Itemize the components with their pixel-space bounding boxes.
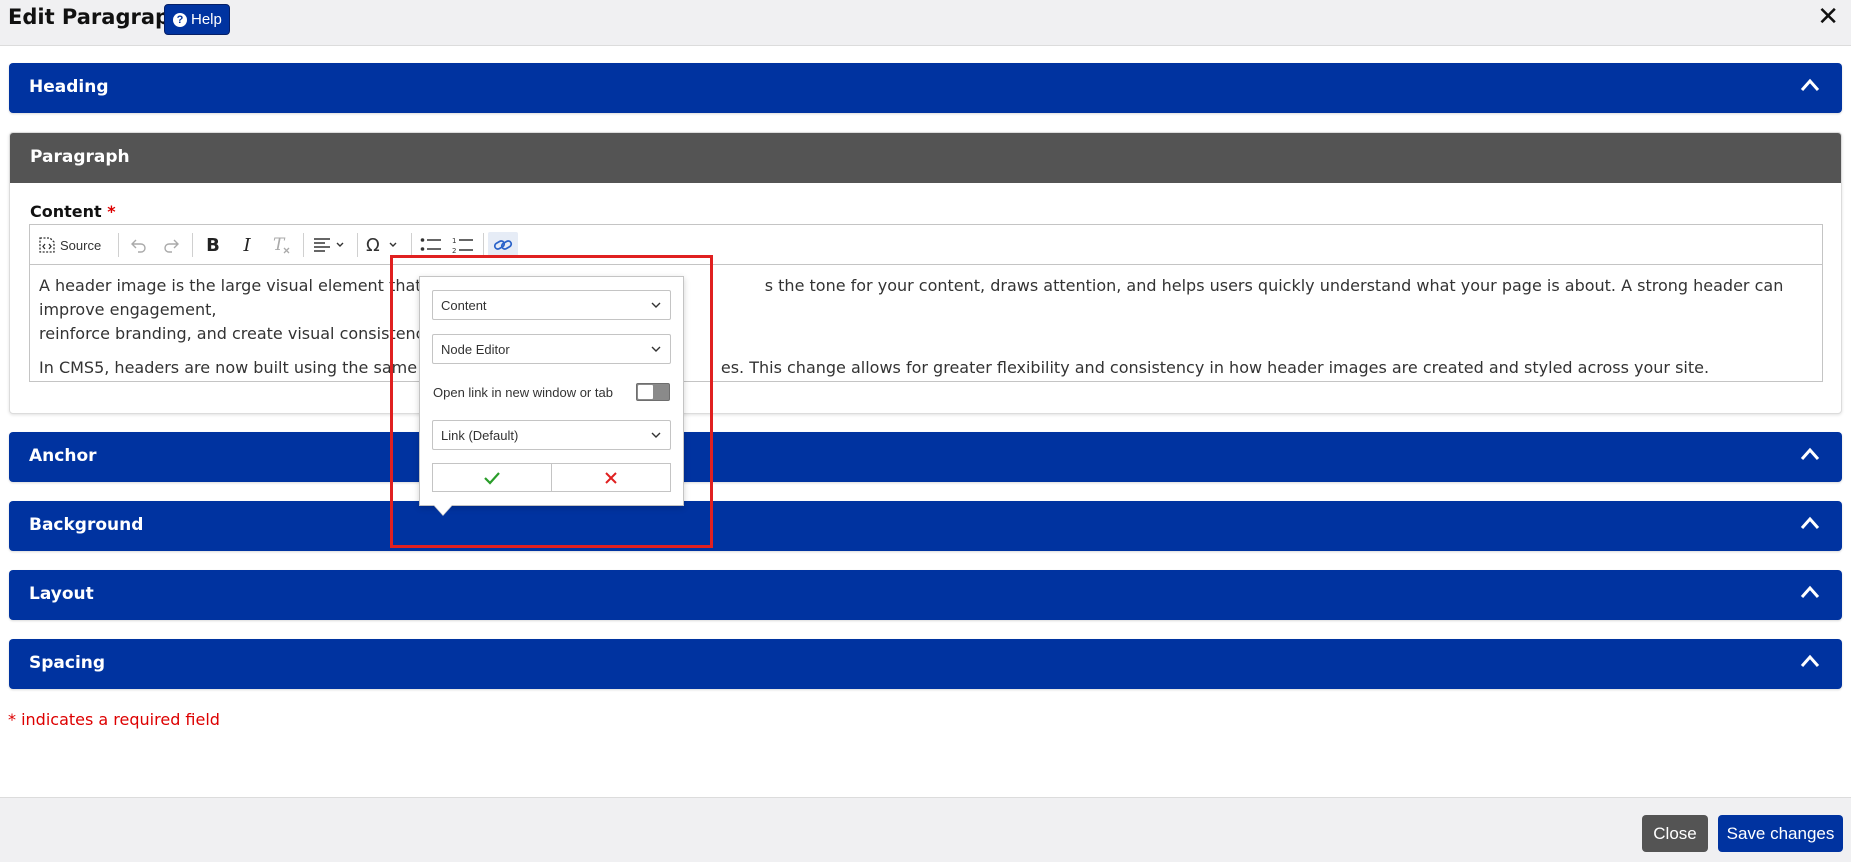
content-field-label: Content * bbox=[30, 202, 116, 221]
section-heading[interactable]: Heading bbox=[9, 63, 1842, 113]
link-icon bbox=[493, 240, 513, 250]
align-dropdown[interactable] bbox=[310, 232, 350, 258]
section-spacing-label: Spacing bbox=[29, 653, 106, 673]
svg-text:2: 2 bbox=[452, 247, 456, 254]
dialog-header: Edit Paragraph ? Help ✕ bbox=[0, 0, 1851, 46]
toolbar-separator bbox=[483, 233, 484, 257]
close-dialog-icon[interactable]: ✕ bbox=[1817, 2, 1839, 32]
dialog-footer: Close Save changes bbox=[0, 797, 1851, 862]
remove-format-button[interactable]: T bbox=[268, 232, 296, 258]
editor-text: es. This change allows for greater flexi… bbox=[720, 358, 1710, 377]
svg-text:Ω: Ω bbox=[366, 236, 380, 254]
editor-paragraph-1: A header image is the large visual eleme… bbox=[39, 274, 1813, 346]
required-field-note: * indicates a required field bbox=[8, 710, 220, 729]
rich-text-editor: Source B I T Ω 1 2 A header image is the… bbox=[29, 224, 1823, 382]
question-icon: ? bbox=[173, 12, 187, 27]
save-changes-button[interactable]: Save changes bbox=[1718, 815, 1843, 852]
bold-button[interactable]: B bbox=[200, 232, 226, 258]
editor-toolbar: Source B I T Ω 1 2 bbox=[30, 225, 1822, 265]
redo-icon bbox=[164, 239, 179, 253]
chevron-up-icon bbox=[1800, 447, 1820, 460]
section-layout[interactable]: Layout bbox=[9, 570, 1842, 620]
section-background[interactable]: Background bbox=[9, 501, 1842, 551]
content-label-text: Content bbox=[30, 202, 102, 221]
section-paragraph[interactable]: Paragraph bbox=[10, 133, 1841, 183]
editor-text: In CMS5, headers are now built using the… bbox=[39, 358, 423, 377]
source-label: Source bbox=[60, 237, 102, 253]
section-heading-label: Heading bbox=[29, 77, 109, 97]
redo-button[interactable] bbox=[158, 232, 184, 258]
bulleted-list-icon bbox=[420, 238, 441, 251]
section-background-label: Background bbox=[29, 515, 144, 535]
section-anchor[interactable]: Anchor bbox=[9, 432, 1842, 482]
section-anchor-label: Anchor bbox=[29, 446, 97, 466]
italic-icon: I bbox=[243, 234, 251, 256]
help-button-label: Help bbox=[191, 11, 222, 28]
align-icon bbox=[314, 238, 344, 252]
close-button[interactable]: Close bbox=[1642, 815, 1708, 852]
toolbar-separator bbox=[411, 233, 412, 257]
bold-icon: B bbox=[206, 234, 220, 256]
svg-text:1: 1 bbox=[452, 237, 456, 245]
highlight-box bbox=[390, 255, 713, 548]
italic-button[interactable]: I bbox=[234, 232, 260, 258]
editor-content[interactable]: A header image is the large visual eleme… bbox=[30, 265, 1822, 381]
undo-button[interactable] bbox=[126, 232, 152, 258]
chevron-up-icon bbox=[1800, 78, 1820, 91]
source-icon bbox=[39, 237, 55, 253]
toolbar-separator bbox=[303, 233, 304, 257]
undo-icon bbox=[131, 239, 146, 253]
source-button[interactable]: Source bbox=[38, 232, 101, 258]
special-characters-icon: Ω bbox=[366, 236, 397, 254]
chevron-up-icon bbox=[1800, 516, 1820, 529]
editor-paragraph-2: In CMS5, headers are now built using the… bbox=[39, 356, 1813, 380]
paragraph-panel: Paragraph Content * Source B I T Ω 1 2 A… bbox=[9, 132, 1842, 414]
remove-format-icon: T bbox=[273, 235, 290, 255]
toolbar-separator bbox=[357, 233, 358, 257]
toolbar-separator bbox=[118, 233, 119, 257]
numbered-list-icon: 1 2 bbox=[452, 237, 473, 254]
toolbar-separator bbox=[192, 233, 193, 257]
svg-text:T: T bbox=[273, 235, 286, 255]
chevron-up-icon bbox=[1800, 654, 1820, 667]
dialog-title: Edit Paragraph bbox=[8, 5, 185, 29]
section-spacing[interactable]: Spacing bbox=[9, 639, 1842, 689]
required-asterisk: * bbox=[107, 202, 116, 221]
help-button[interactable]: ? Help bbox=[164, 4, 230, 35]
section-paragraph-label: Paragraph bbox=[30, 147, 130, 167]
chevron-up-icon bbox=[1800, 585, 1820, 598]
section-layout-label: Layout bbox=[29, 584, 94, 604]
